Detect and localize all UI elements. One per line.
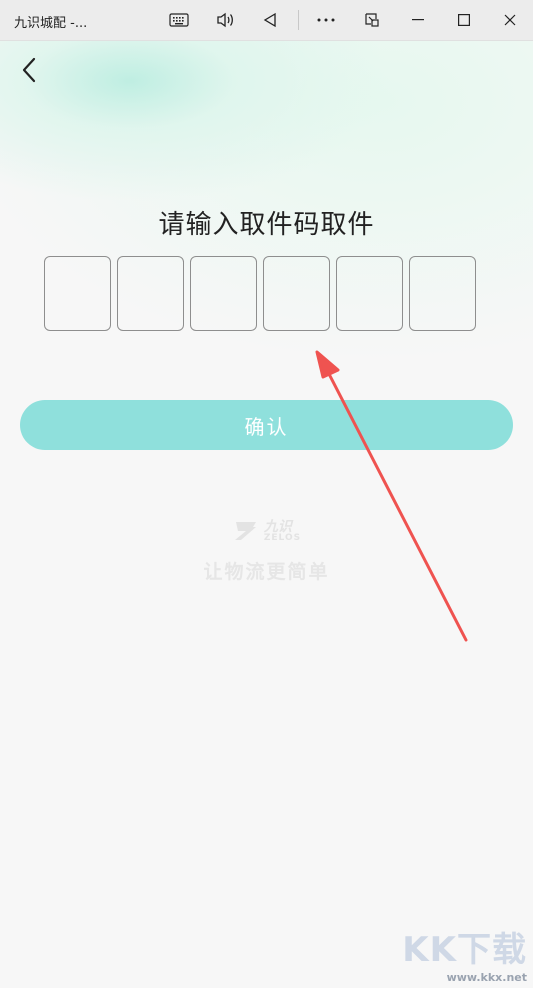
logo-text: 九识: [263, 518, 292, 535]
code-digit-box-1[interactable]: [44, 256, 111, 331]
zelos-logo-icon: [234, 522, 256, 540]
site-watermark: KK下载 www.kkx.net: [402, 922, 527, 984]
window-title: 九识城配 -...: [14, 16, 88, 31]
maximize-icon[interactable]: [452, 8, 476, 32]
logo-subtext: ZELOS: [263, 532, 302, 543]
watermark-brand: KK下载: [402, 930, 527, 970]
app-content: 请输入取件码取件 确认 九识 ZELOS 让物流更简单: [0, 41, 533, 988]
code-digit-box-2[interactable]: [117, 256, 184, 331]
pickup-code-input[interactable]: [44, 256, 476, 331]
minimize-icon[interactable]: [406, 8, 430, 32]
back-triangle-icon[interactable]: [258, 8, 282, 32]
volume-icon[interactable]: [213, 8, 237, 32]
close-icon[interactable]: [498, 8, 522, 32]
slogan-text: 让物流更简单: [203, 561, 330, 583]
confirm-button[interactable]: 确认: [20, 400, 513, 450]
code-digit-box-5[interactable]: [336, 256, 403, 331]
code-digit-box-6[interactable]: [409, 256, 476, 331]
watermark-url: www.kkx.net: [446, 971, 527, 984]
brand-logo: 九识 ZELOS: [0, 519, 533, 547]
chevron-left-icon: [22, 57, 36, 83]
keyboard-icon[interactable]: [167, 8, 191, 32]
back-button[interactable]: [14, 55, 44, 85]
window-titlebar: 九识城配 -...: [0, 0, 533, 41]
page-title: 请输入取件码取件: [158, 210, 375, 240]
code-digit-box-4[interactable]: [263, 256, 330, 331]
code-digit-box-3[interactable]: [190, 256, 257, 331]
more-icon[interactable]: [314, 8, 338, 32]
picture-in-picture-icon[interactable]: [360, 8, 384, 32]
titlebar-divider: [298, 10, 299, 30]
